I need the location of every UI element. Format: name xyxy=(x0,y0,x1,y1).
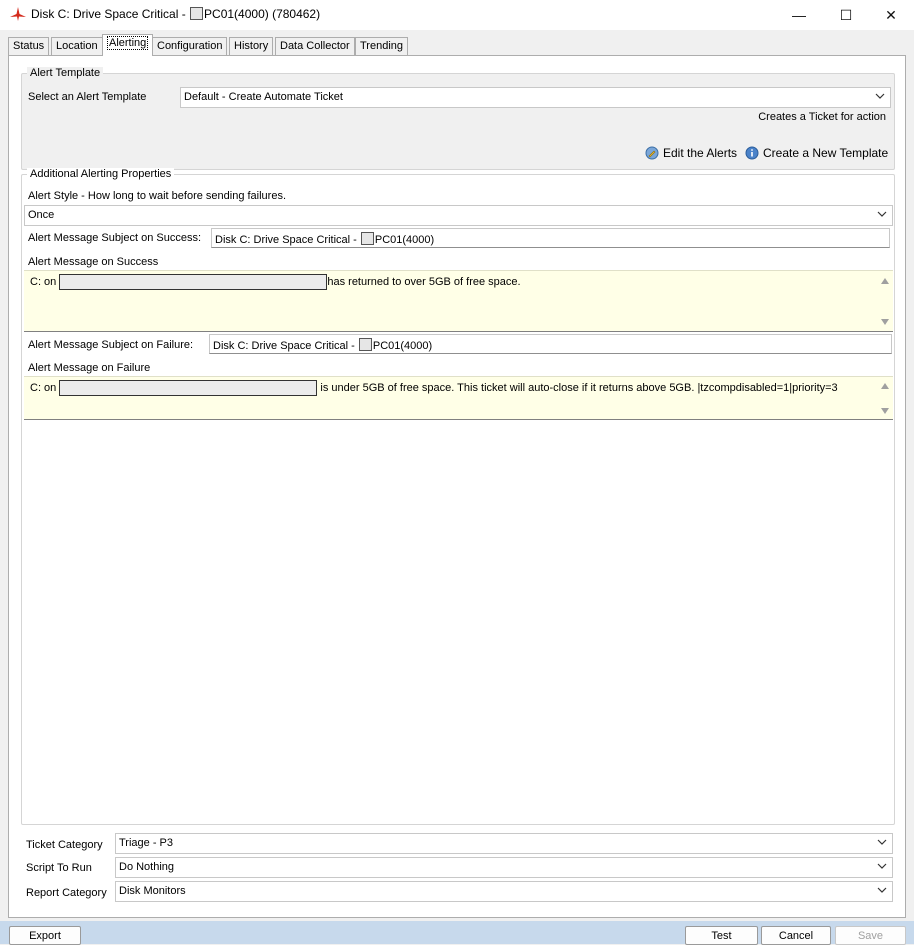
success-subject-label: Alert Message Subject on Success: xyxy=(28,232,202,244)
edit-alerts-label: Edit the Alerts xyxy=(663,146,738,160)
failure-subject-prefix: Disk C: Drive Space Critical - xyxy=(213,340,358,352)
alert-style-label: Alert Style - How long to wait before se… xyxy=(28,190,287,202)
tab-alerting[interactable]: Alerting xyxy=(102,34,154,56)
script-to-run-value: Do Nothing xyxy=(119,861,175,873)
report-category-label: Report Category xyxy=(26,887,107,899)
success-message-suffix: has returned to over 5GB of free space. xyxy=(327,276,521,288)
ticket-category-label: Ticket Category xyxy=(26,839,103,851)
ticket-category-value: Triage - P3 xyxy=(119,837,174,849)
app-logo-icon xyxy=(10,7,26,21)
additional-properties-legend: Additional Alerting Properties xyxy=(27,168,175,180)
tab-location[interactable]: Location xyxy=(51,37,103,55)
edit-pencil-icon xyxy=(645,146,659,160)
minimize-icon: — xyxy=(792,7,806,23)
scroll-up-icon[interactable] xyxy=(881,382,889,390)
ticket-category-select[interactable]: Triage - P3 xyxy=(115,833,893,854)
chevron-down-icon xyxy=(877,839,887,845)
success-message-textarea[interactable]: C: on has returned to over 5GB of free s… xyxy=(24,270,893,332)
chevron-down-icon xyxy=(877,211,887,217)
alert-template-legend: Alert Template xyxy=(27,67,104,79)
edit-alerts-link[interactable]: Edit the Alerts xyxy=(645,146,737,160)
info-icon xyxy=(745,146,759,160)
window-title-suffix: PC01(4000) (780462) xyxy=(204,7,321,21)
cancel-button[interactable]: Cancel xyxy=(761,926,831,945)
title-bar: Disk C: Drive Space Critical - PC01(4000… xyxy=(0,0,914,30)
script-to-run-label: Script To Run xyxy=(26,862,92,874)
failure-message-suffix: is under 5GB of free space. This ticket … xyxy=(317,382,838,394)
scroll-down-icon[interactable] xyxy=(881,318,889,326)
redacted-block xyxy=(358,338,372,351)
redacted-bar xyxy=(59,274,328,290)
close-button[interactable]: ✕ xyxy=(868,0,914,30)
chevron-down-icon xyxy=(877,887,887,893)
redacted-bar xyxy=(59,380,318,396)
chevron-down-icon xyxy=(875,93,885,99)
window-title-prefix: Disk C: Drive Space Critical - xyxy=(31,7,190,21)
chevron-down-icon xyxy=(877,863,887,869)
maximize-button[interactable]: ☐ xyxy=(823,0,869,30)
alert-template-value: Default - Create Automate Ticket xyxy=(184,91,343,103)
success-message-prefix: C: on xyxy=(30,276,60,288)
tab-alerting-label: Alerting xyxy=(107,36,149,50)
minimize-button[interactable]: — xyxy=(776,0,822,30)
failure-subject-label: Alert Message Subject on Failure: xyxy=(28,339,194,351)
alert-style-select[interactable]: Once xyxy=(24,205,893,226)
save-button[interactable]: Save xyxy=(835,926,906,945)
alert-template-select[interactable]: Default - Create Automate Ticket xyxy=(180,87,891,108)
template-description: Creates a Ticket for action xyxy=(758,111,886,123)
create-template-label: Create a New Template xyxy=(763,146,889,160)
tab-trending[interactable]: Trending xyxy=(355,37,409,55)
scroll-up-icon[interactable] xyxy=(881,277,889,285)
select-template-label: Select an Alert Template xyxy=(28,91,147,103)
success-subject-input[interactable]: Disk C: Drive Space Critical - PC01(4000… xyxy=(211,228,890,248)
close-icon: ✕ xyxy=(885,6,897,23)
success-subject-suffix: PC01(4000) xyxy=(374,234,435,246)
export-button[interactable]: Export xyxy=(9,926,81,945)
report-category-select[interactable]: Disk Monitors xyxy=(115,881,893,902)
alert-style-value: Once xyxy=(28,209,55,221)
tab-configuration[interactable]: Configuration xyxy=(152,37,228,55)
script-to-run-select[interactable]: Do Nothing xyxy=(115,857,893,878)
success-subject-prefix: Disk C: Drive Space Critical - xyxy=(215,234,360,246)
failure-subject-input[interactable]: Disk C: Drive Space Critical - PC01(4000… xyxy=(209,334,892,354)
failure-subject-suffix: PC01(4000) xyxy=(372,340,433,352)
scroll-down-icon[interactable] xyxy=(881,407,889,415)
window-title: Disk C: Drive Space Critical - PC01(4000… xyxy=(31,7,320,21)
tab-history[interactable]: History xyxy=(229,37,274,55)
success-message-label: Alert Message on Success xyxy=(28,256,159,268)
tab-data-collector[interactable]: Data Collector xyxy=(275,37,355,55)
maximize-icon: ☐ xyxy=(839,6,853,23)
test-button[interactable]: Test xyxy=(685,926,758,945)
failure-message-prefix: C: on xyxy=(30,382,60,394)
create-template-link[interactable]: Create a New Template xyxy=(745,146,888,160)
failure-message-label: Alert Message on Failure xyxy=(28,362,151,374)
redacted-block xyxy=(360,232,374,245)
failure-message-textarea[interactable]: C: on is under 5GB of free space. This t… xyxy=(24,376,893,420)
report-category-value: Disk Monitors xyxy=(119,885,186,897)
redacted-block xyxy=(190,7,204,20)
tab-status[interactable]: Status xyxy=(8,37,50,55)
